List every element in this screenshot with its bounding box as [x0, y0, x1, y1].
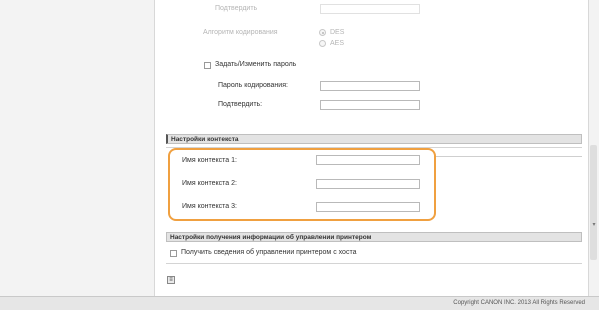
page-toggle-icon[interactable]: ≡ [167, 276, 175, 284]
password-field[interactable] [320, 81, 420, 91]
algorithm-des-label: DES [330, 29, 345, 36]
row-separator [166, 263, 582, 264]
password-label: Пароль кодирования: [218, 82, 288, 89]
context-settings-header: Настройки контекста [166, 134, 582, 144]
printer-info-checkbox[interactable] [170, 250, 177, 257]
context-fields-highlight [168, 148, 436, 221]
confirm-top-field [320, 4, 420, 14]
copyright-text: Copyright CANON INC. 2013 All Rights Res… [453, 300, 585, 306]
algorithm-aes-label: AES [330, 40, 345, 47]
printer-info-header: Настройки получения информации об управл… [166, 232, 582, 242]
set-password-label: Задать/Изменить пароль [215, 61, 297, 68]
left-sidebar [0, 0, 155, 296]
row-separator [436, 156, 582, 157]
confirm-label: Подтвердить: [218, 101, 263, 108]
confirm-field[interactable] [320, 100, 420, 110]
footer-bar: Copyright CANON INC. 2013 All Rights Res… [0, 296, 599, 310]
algorithm-des-radio[interactable] [319, 29, 326, 36]
scroll-down-icon[interactable]: ▾ [589, 221, 599, 229]
set-password-checkbox[interactable] [204, 62, 211, 69]
algorithm-aes-radio[interactable] [319, 40, 326, 47]
printer-info-checkbox-label: Получить сведения об управлении принтеро… [181, 249, 357, 256]
algorithm-label: Алгоритм кодирования [203, 29, 278, 36]
confirm-top-label: Подтвердить [215, 5, 258, 12]
scrollbar-thumb[interactable] [590, 145, 597, 260]
